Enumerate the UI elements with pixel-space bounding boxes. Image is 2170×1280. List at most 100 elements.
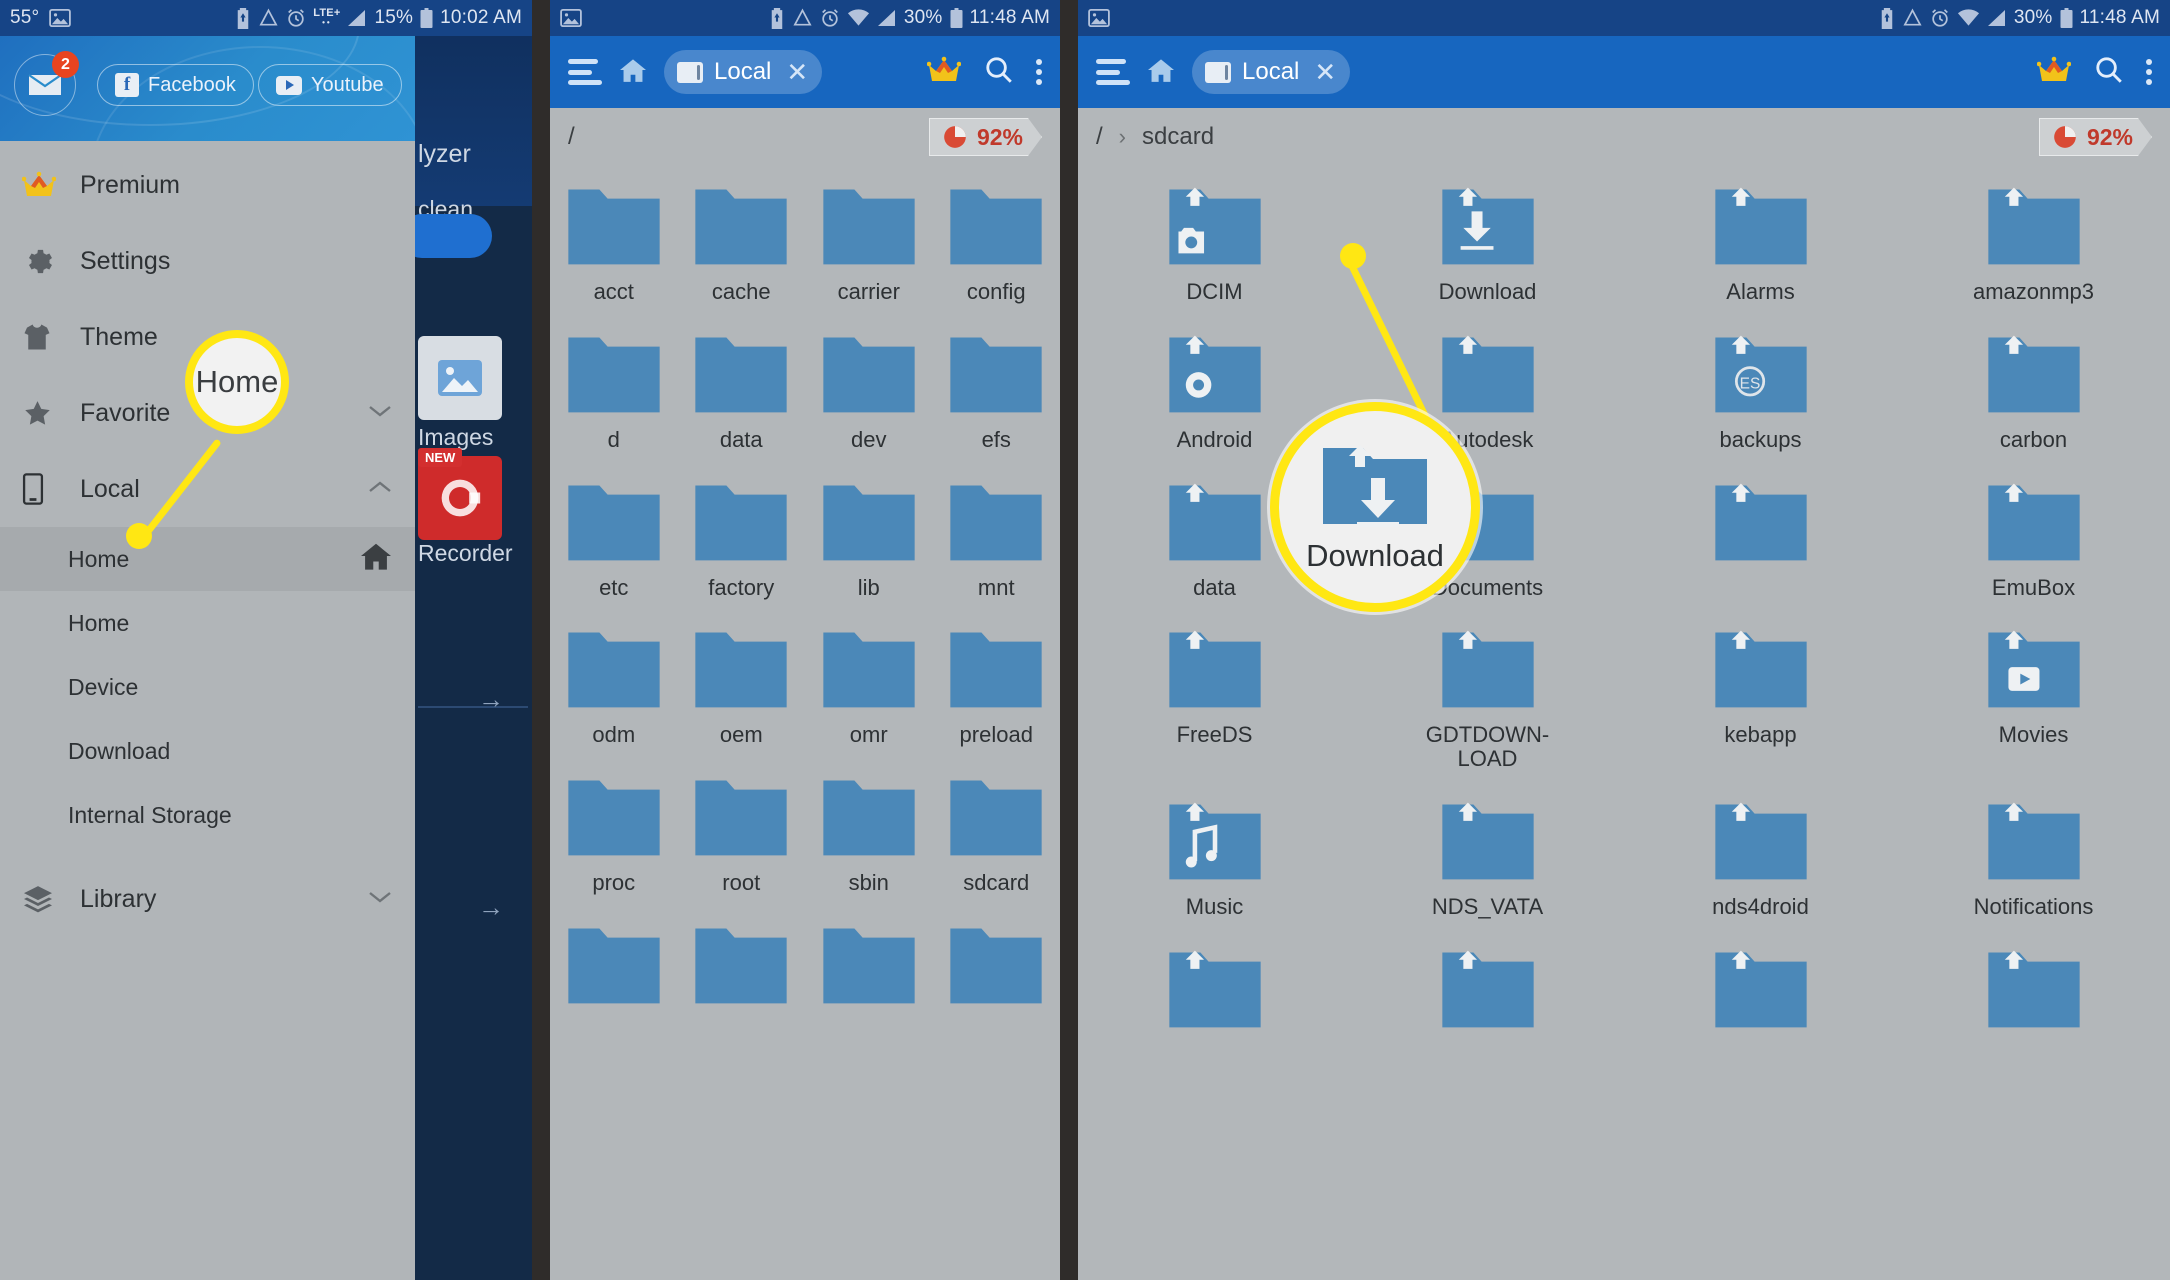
hamburger-icon[interactable] xyxy=(568,59,602,85)
folder-item[interactable]: data xyxy=(678,332,806,452)
panel1-status-bar: 55° LTE+ •• 15% 10:02 AM xyxy=(0,0,532,36)
sidebar-subitem-home[interactable]: Home xyxy=(0,591,415,655)
images-tile-icon[interactable] xyxy=(418,336,502,420)
folder-item[interactable] xyxy=(805,923,933,1019)
panel2-status-bar: 30% 11:48 AM xyxy=(550,0,1060,36)
folder-item[interactable]: dev xyxy=(805,332,933,452)
folder-item[interactable]: nds4droid xyxy=(1624,799,1897,919)
folder-icon xyxy=(1982,799,2086,888)
chevron-up-icon[interactable] xyxy=(367,479,393,500)
sidebar-subitem-download[interactable]: Download xyxy=(0,719,415,783)
folder-name: odm xyxy=(592,722,636,748)
folder-item[interactable]: oem xyxy=(678,627,806,747)
search-icon[interactable] xyxy=(983,54,1014,90)
folder-name: nds4droid xyxy=(1712,893,1809,919)
mail-button[interactable]: 2 xyxy=(14,51,79,116)
folder-item[interactable]: GDTDOWN-LOAD xyxy=(1351,627,1624,771)
folder-item[interactable]: Notifications xyxy=(1897,799,2170,919)
sidebar-item-label: Library xyxy=(80,884,157,913)
storage-badge[interactable]: 92% xyxy=(2039,118,2152,156)
youtube-button[interactable]: Youtube xyxy=(258,64,402,106)
sidebar-item-premium[interactable]: Premium xyxy=(0,147,415,223)
close-icon[interactable]: ✕ xyxy=(786,57,808,88)
background-word-analyzer: lyzer xyxy=(418,140,471,168)
search-icon[interactable] xyxy=(2093,54,2124,90)
folder-item[interactable]: mnt xyxy=(933,480,1061,600)
navigation-drawer: 2 f Facebook Youtube Premium Settings Th… xyxy=(0,36,415,1280)
folder-item[interactable]: root xyxy=(678,775,806,895)
folder-item[interactable]: kebapp xyxy=(1624,627,1897,771)
panel-sdcard-listing: 30% 11:48 AM Local ✕ / › sdcard 92% DCIM… xyxy=(1078,0,2170,1280)
folder-item[interactable]: cache xyxy=(678,184,806,304)
folder-item[interactable] xyxy=(1624,480,1897,600)
folder-item[interactable] xyxy=(550,923,678,1019)
folder-item[interactable]: amazonmp3 xyxy=(1897,184,2170,304)
folder-item[interactable] xyxy=(1897,947,2170,1043)
sidebar-subitem-internal-storage[interactable]: Internal Storage xyxy=(0,783,415,847)
folder-item[interactable]: acct xyxy=(550,184,678,304)
folder-item[interactable] xyxy=(1351,947,1624,1043)
folder-item[interactable]: NDS_VATA xyxy=(1351,799,1624,919)
overflow-menu-icon[interactable] xyxy=(1036,55,1042,89)
close-icon[interactable]: ✕ xyxy=(1314,57,1336,88)
sidebar-item-library[interactable]: Library xyxy=(0,861,415,937)
recorder-tile-icon[interactable] xyxy=(418,456,502,540)
folder-item[interactable]: DCIM xyxy=(1078,184,1351,304)
folder-icon xyxy=(1436,184,1540,273)
image-icon xyxy=(1088,9,1110,27)
breadcrumb-root[interactable]: / xyxy=(568,123,575,151)
folder-icon xyxy=(562,923,666,1012)
folder-item[interactable]: lib xyxy=(805,480,933,600)
folder-item[interactable] xyxy=(1078,947,1351,1043)
folder-item[interactable]: EmuBox xyxy=(1897,480,2170,600)
tab-local[interactable]: Local ✕ xyxy=(1192,50,1351,94)
folder-item[interactable] xyxy=(1624,947,1897,1043)
sidebar-subitem-home-active[interactable]: Home xyxy=(0,527,415,591)
folder-item[interactable]: sdcard xyxy=(933,775,1061,895)
folder-item[interactable]: Movies xyxy=(1897,627,2170,771)
sidebar-item-settings[interactable]: Settings xyxy=(0,223,415,299)
chevron-down-icon[interactable] xyxy=(367,403,393,424)
hamburger-icon[interactable] xyxy=(1096,59,1130,85)
folder-item[interactable]: Music xyxy=(1078,799,1351,919)
crown-icon[interactable] xyxy=(2036,56,2072,89)
folder-item[interactable]: carrier xyxy=(805,184,933,304)
folder-item[interactable]: omr xyxy=(805,627,933,747)
chevron-down-icon[interactable] xyxy=(367,889,393,910)
folder-item[interactable]: odm xyxy=(550,627,678,747)
folder-item[interactable]: preload xyxy=(933,627,1061,747)
sidebar-subitem-label: Download xyxy=(68,737,171,764)
crown-icon[interactable] xyxy=(926,56,962,89)
folder-item[interactable]: FreeDS xyxy=(1078,627,1351,771)
facebook-button[interactable]: f Facebook xyxy=(97,64,254,106)
folder-name: FreeDS xyxy=(1176,722,1253,748)
folder-item[interactable]: d xyxy=(550,332,678,452)
folder-name: Alarms xyxy=(1726,279,1795,304)
folder-icon xyxy=(944,480,1048,569)
folder-icon xyxy=(689,480,793,569)
folder-item[interactable]: Alarms xyxy=(1624,184,1897,304)
folder-item[interactable]: proc xyxy=(550,775,678,895)
folder-item[interactable]: efs xyxy=(933,332,1061,452)
sidebar-subitem-device[interactable]: Device xyxy=(0,655,415,719)
folder-item[interactable]: config xyxy=(933,184,1061,304)
folder-item[interactable] xyxy=(678,923,806,1019)
storage-badge[interactable]: 92% xyxy=(929,118,1042,156)
home-icon[interactable] xyxy=(1146,57,1176,88)
breadcrumb-current[interactable]: sdcard xyxy=(1142,123,1214,151)
breadcrumb-root[interactable]: / xyxy=(1096,123,1103,151)
home-icon[interactable] xyxy=(618,57,648,88)
folder-item[interactable] xyxy=(933,923,1061,1019)
tab-local[interactable]: Local ✕ xyxy=(664,50,823,94)
folder-item[interactable]: etc xyxy=(550,480,678,600)
folder-item[interactable]: Download xyxy=(1351,184,1624,304)
folder-item[interactable]: ES backups xyxy=(1624,332,1897,452)
sidebar-item-local[interactable]: Local xyxy=(0,451,415,527)
folder-item[interactable]: carbon xyxy=(1897,332,2170,452)
folder-item[interactable]: factory xyxy=(678,480,806,600)
folder-name: Notifications xyxy=(1973,893,2094,919)
folder-icon xyxy=(1163,947,1267,1036)
overflow-menu-icon[interactable] xyxy=(2146,55,2152,89)
folder-item[interactable]: sbin xyxy=(805,775,933,895)
folder-name: Download xyxy=(1438,279,1537,304)
